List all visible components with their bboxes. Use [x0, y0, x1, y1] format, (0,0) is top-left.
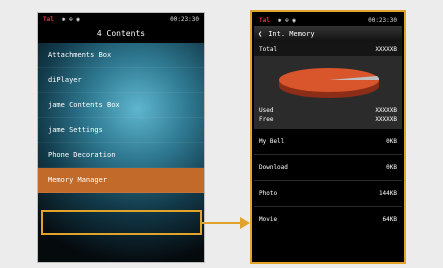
chevron-left-icon[interactable]: ❮ [258, 30, 262, 38]
total-value: XXXXXB [375, 45, 397, 53]
menu-item-game-settings[interactable]: jame Settings [38, 118, 204, 143]
free-row: Free XXXXXB [254, 115, 402, 124]
list-item[interactable]: Photo 144KB [254, 180, 402, 206]
signal-icon: Tal [259, 16, 270, 24]
right-phone-screen: Tal ✱ ⊕ ◉ 00:23:30 ❮ Int. Memory Total X… [254, 14, 402, 260]
item-value: 144KB [378, 190, 397, 197]
total-row: Total XXXXXB [254, 42, 402, 56]
menu-item-dplayer[interactable]: diPlayer [38, 68, 204, 93]
clock: 00:23:30 [170, 15, 199, 23]
used-row: Used XXXXXB [254, 106, 402, 115]
total-label: Total [259, 45, 278, 53]
header-bar: ❮ Int. Memory [254, 26, 402, 42]
screen-title: Int. Memory [268, 30, 315, 38]
used-value: XXXXXB [375, 107, 397, 114]
item-value: 0KB [386, 138, 397, 145]
free-value: XXXXXB [375, 116, 397, 123]
list-item[interactable]: My Bell 0KB [254, 128, 402, 154]
signal-icon: Tal [43, 15, 54, 23]
menu-item-game-contents-box[interactable]: jame Contents Box [38, 93, 204, 118]
item-label: Movie [259, 216, 278, 223]
item-value: 64KB [382, 216, 397, 223]
item-label: My Bell [259, 138, 285, 145]
menu-item-attachments-box[interactable]: Attachments Box [38, 43, 204, 68]
highlight-box-left [41, 210, 202, 235]
memory-chart: Used XXXXXB Free XXXXXB [254, 56, 402, 128]
status-bar: Tal ✱ ⊕ ◉ 00:23:30 [254, 14, 402, 26]
menu-item-memory-manager[interactable]: Memory Manager [38, 168, 204, 193]
item-value: 0KB [386, 164, 397, 171]
menu-item-phone-decoration[interactable]: Phone Decoration [38, 143, 204, 168]
status-icons: ✱ ⊕ ◉ [61, 15, 80, 23]
used-label: Used [259, 107, 274, 114]
page-title: 4 Contents [96, 29, 146, 38]
free-label: Free [259, 116, 274, 123]
item-label: Download [259, 164, 288, 171]
status-bar: Tal ✱ ⊕ ◉ 00:23:30 [38, 13, 204, 25]
screenshot-canvas: Tal ✱ ⊕ ◉ 00:23:30 4 Contents Attachment… [0, 0, 443, 268]
item-label: Photo [259, 190, 278, 197]
arrow-right-icon [240, 217, 250, 229]
highlight-box-right: Tal ✱ ⊕ ◉ 00:23:30 ❮ Int. Memory Total X… [250, 10, 406, 264]
clock: 00:23:30 [368, 16, 397, 24]
memory-pie-chart [274, 66, 384, 102]
arrow-connector [202, 222, 242, 224]
list-item[interactable]: Movie 64KB [254, 206, 402, 232]
status-icons: ✱ ⊕ ◉ [277, 16, 296, 24]
list-item[interactable]: Download 0KB [254, 154, 402, 180]
